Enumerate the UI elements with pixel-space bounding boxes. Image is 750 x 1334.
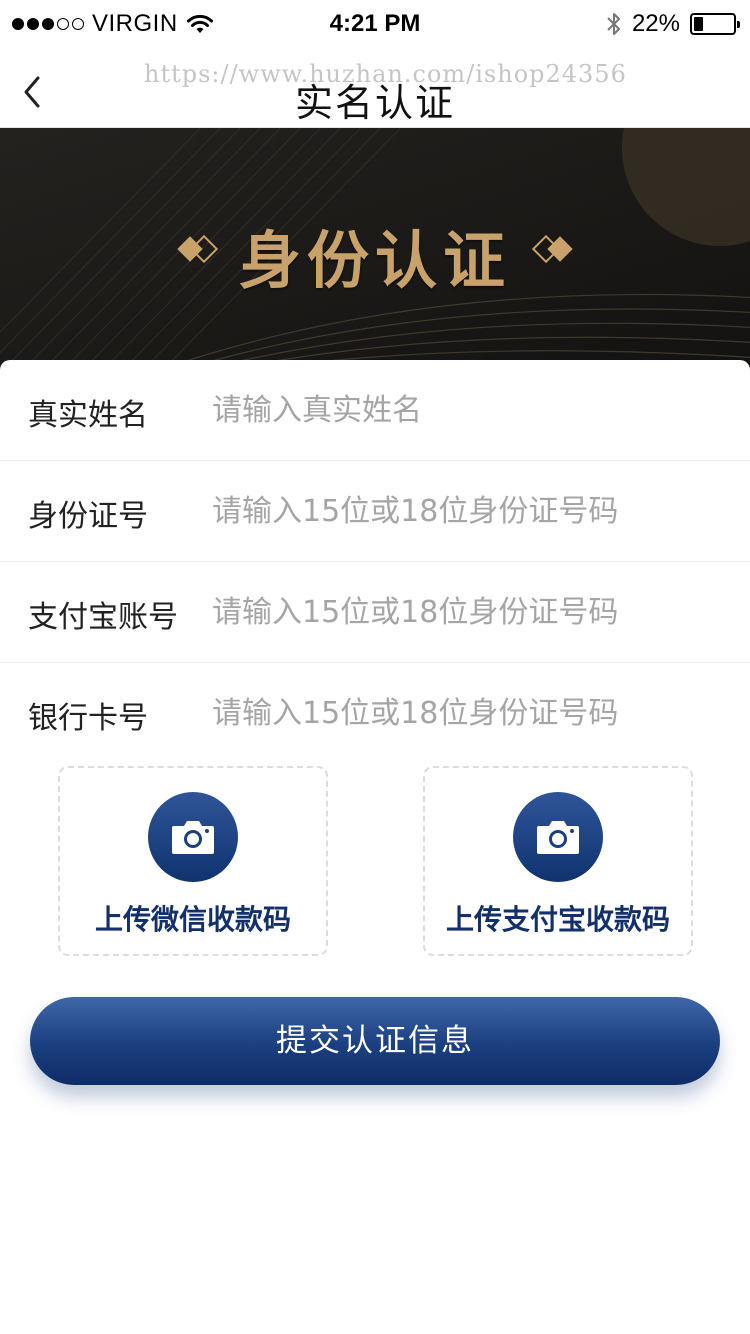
bank-card-input[interactable] [212, 687, 722, 739]
form-row-id-number: 身份证号 [0, 461, 750, 562]
id-number-label: 身份证号 [28, 499, 148, 534]
bluetooth-icon [607, 13, 620, 35]
upload-alipay-qr-button[interactable]: 上传支付宝收款码 [423, 766, 693, 956]
real-name-label: 真实姓名 [28, 398, 148, 433]
real-name-input[interactable] [212, 384, 722, 436]
banner-title: 身份认证 [238, 224, 511, 297]
alipay-account-input[interactable] [212, 586, 722, 638]
banner: 身份认证 [0, 128, 750, 373]
form-row-alipay-account: 支付宝账号 [0, 562, 750, 663]
status-bar: VIRGIN 4:21 PM 22% [0, 0, 750, 52]
form-row-real-name: 真实姓名 [0, 360, 750, 461]
page-title: 实名认证 [294, 81, 455, 125]
camera-icon [537, 821, 579, 854]
camera-icon [172, 821, 214, 854]
page: VIRGIN 4:21 PM 22% https://www.huzhan.co… [0, 0, 750, 1334]
battery-icon [690, 13, 740, 35]
upload-alipay-label: 上传支付宝收款码 [445, 903, 670, 936]
camera-circle [513, 792, 603, 882]
upload-wechat-qr-button[interactable]: 上传微信收款码 [58, 766, 328, 956]
battery-fill [694, 17, 704, 31]
form-row-bank-card: 银行卡号 [0, 663, 750, 764]
camera-circle [148, 792, 238, 882]
nav-bar: https://www.huzhan.com/ishop24356 实名认证 [0, 52, 750, 128]
status-right: 22% [606, 10, 740, 38]
upload-wechat-label: 上传微信收款码 [94, 903, 291, 936]
form-card: 真实姓名 身份证号 支付宝账号 银行卡号 [0, 360, 750, 764]
battery-percent: 22% [631, 10, 680, 37]
alipay-account-label: 支付宝账号 [28, 600, 178, 635]
id-number-input[interactable] [212, 485, 722, 537]
submit-verification-button[interactable]: 提交认证信息 [30, 997, 720, 1085]
bank-card-label: 银行卡号 [28, 701, 148, 736]
